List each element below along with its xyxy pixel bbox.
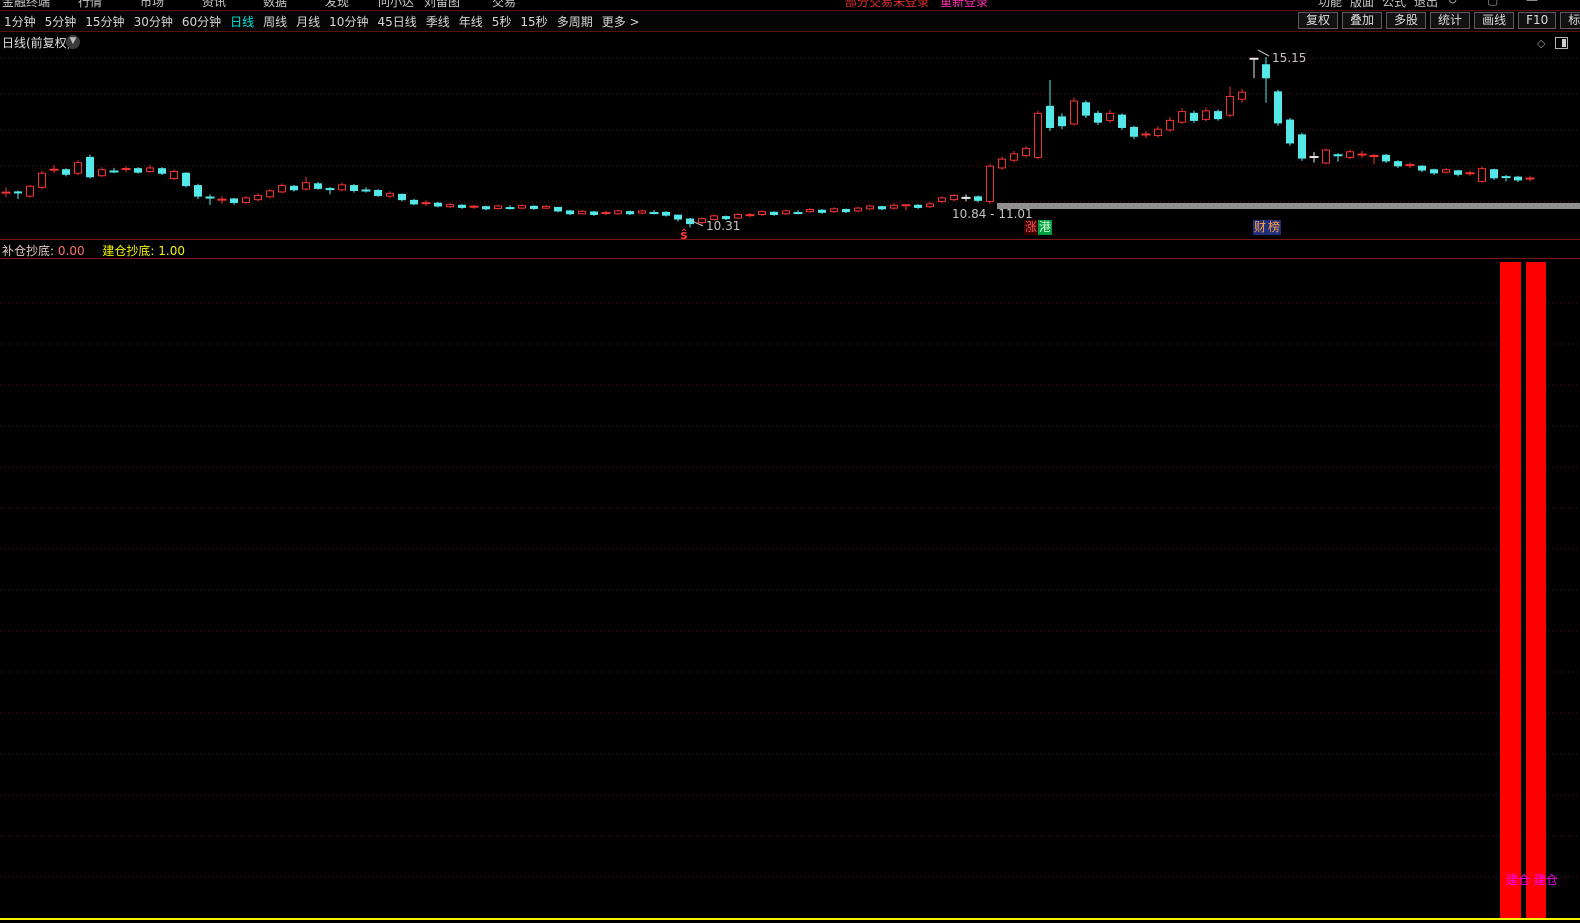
signal-bar-1: [1500, 262, 1521, 918]
svg-text:10.31: 10.31: [706, 219, 740, 233]
period-季线[interactable]: 季线: [426, 13, 450, 30]
indicator1-value: 0.00: [58, 244, 85, 258]
period-多周期[interactable]: 多周期: [557, 13, 593, 30]
price-zone-bar: [997, 203, 1580, 209]
badge-char: 榜: [1267, 220, 1281, 235]
svg-text:10.84 - 11.01: 10.84 - 11.01: [952, 207, 1033, 221]
signal-bar-layer: [1500, 262, 1546, 918]
chart-plot-area[interactable]: 15.1510.3110.84 - 11.01ŝ: [0, 0, 1580, 923]
indicator2-value: 1.00: [158, 244, 185, 258]
minimize-icon[interactable]: —: [1526, 0, 1538, 7]
menu-item-4[interactable]: 资讯: [202, 0, 226, 10]
menu-item-7[interactable]: 问小达: [378, 0, 414, 10]
menu-right-item-2[interactable]: 版面: [1350, 0, 1374, 10]
panel-icon[interactable]: ▢: [1487, 0, 1498, 7]
menu-item-1[interactable]: 金融终端: [2, 0, 50, 10]
menu-item-8[interactable]: 刘留图: [424, 0, 460, 10]
layout-icon[interactable]: [1555, 37, 1568, 49]
menu-item-9[interactable]: 交易: [492, 0, 516, 10]
diamond-icon[interactable]: ◇: [1537, 37, 1545, 50]
menu-item-3[interactable]: 市场: [140, 0, 164, 10]
menubar: 金融终端 行情 市场 资讯 数据 发现 问小达刘留图 交易 部分交易未登录 重新登录 功能版面公式退…: [0, 0, 1580, 10]
login-alert-text: 部分交易未登录: [845, 0, 929, 10]
toolbar-separator: [0, 31, 1580, 32]
event-badge-2[interactable]: 财榜: [1253, 220, 1281, 235]
badge-char: 港: [1038, 220, 1052, 235]
period-60分钟[interactable]: 60分钟: [182, 13, 221, 30]
indicator-grid-layer: [0, 303, 1580, 877]
indicator-header: 补仓抄底: 0.00 建仓抄底: 1.00: [2, 242, 185, 259]
period-toolbar: 1分钟 5分钟 15分钟 30分钟 60分钟日线周线月线 10分钟 45日线季线年线 5秒 15…: [0, 11, 1580, 31]
event-badge-1[interactable]: 涨港: [1024, 220, 1052, 235]
period-15秒[interactable]: 15秒: [520, 13, 547, 30]
badge-char: 财: [1253, 220, 1267, 235]
indicator2-label: 建仓抄底:: [102, 244, 154, 258]
badge-char: 涨: [1024, 220, 1038, 235]
period-list: 1分钟 5分钟 15分钟 30分钟 60分钟日线周线月线 10分钟 45日线季线年线 5秒 15…: [4, 13, 649, 30]
period-年线[interactable]: 年线: [459, 13, 483, 30]
main-grid-layer: [0, 58, 1580, 202]
period-5分钟[interactable]: 5分钟: [45, 13, 77, 30]
period-周线[interactable]: 周线: [263, 13, 287, 30]
chart-title: 日线(前复权): [2, 34, 71, 51]
chart-indicator-separator: [0, 239, 1580, 240]
indicator-header-separator: [0, 258, 1580, 259]
period-30分钟[interactable]: 30分钟: [134, 13, 173, 30]
svg-text:15.15: 15.15: [1272, 51, 1306, 65]
menu-item-5[interactable]: 数据: [263, 0, 287, 10]
toolbar-button-标记[interactable]: 标记: [1560, 12, 1580, 29]
relogin-link[interactable]: 重新登录: [940, 0, 988, 10]
menu-right-item-1[interactable]: 功能: [1318, 0, 1342, 10]
toolbar-button-统计[interactable]: 统计: [1430, 12, 1470, 29]
period-1分钟[interactable]: 1分钟: [4, 13, 36, 30]
menu-item-6[interactable]: 发现: [325, 0, 349, 10]
toolbar-button-复权[interactable]: 复权: [1298, 12, 1338, 29]
indicator1-label: 补仓抄底:: [2, 244, 54, 258]
refresh-icon[interactable]: ↺: [1448, 0, 1458, 7]
toolbar-button-多股[interactable]: 多股: [1386, 12, 1426, 29]
menu-item-2[interactable]: 行情: [78, 0, 102, 10]
period-5秒[interactable]: 5秒: [492, 13, 512, 30]
menu-right-item-4[interactable]: 退出: [1414, 0, 1438, 10]
period-10分钟[interactable]: 10分钟: [329, 13, 368, 30]
menu-right-item-3[interactable]: 公式: [1382, 0, 1406, 10]
period-15分钟[interactable]: 15分钟: [85, 13, 124, 30]
period-日线[interactable]: 日线: [230, 13, 254, 30]
period-more[interactable]: 更多 >: [602, 13, 640, 30]
period-45日线[interactable]: 45日线: [377, 13, 416, 30]
toolbar-right-buttons: 复权叠加多股统计画线F10标记+自: [1294, 12, 1580, 29]
toolbar-button-画线[interactable]: 画线: [1474, 12, 1514, 29]
signal-label: 建仓 建仓: [1506, 871, 1558, 888]
signal-bar-2: [1526, 262, 1546, 918]
toolbar-button-叠加[interactable]: 叠加: [1342, 12, 1382, 29]
toolbar-button-F10[interactable]: F10: [1518, 12, 1556, 29]
chevron-down-icon[interactable]: ▼: [66, 35, 80, 49]
period-月线[interactable]: 月线: [296, 13, 320, 30]
